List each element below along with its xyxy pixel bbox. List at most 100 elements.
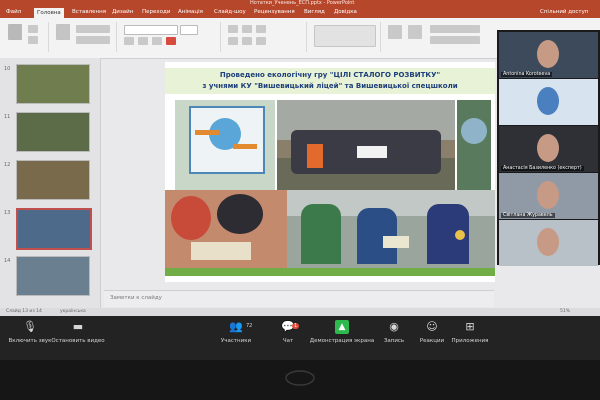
slide-title-line2: з учнями КУ "Вишевицький ліцей" та Вишев… bbox=[202, 82, 458, 90]
font-color-icon[interactable] bbox=[166, 37, 176, 45]
paragraph-group bbox=[224, 22, 307, 52]
students-photo bbox=[287, 190, 495, 268]
hp-logo-icon bbox=[285, 370, 315, 386]
booklet bbox=[191, 242, 251, 260]
poster-label bbox=[233, 144, 257, 149]
participant-video-tile[interactable]: Світлана Журавель bbox=[499, 173, 598, 219]
slide-number: 10 bbox=[4, 66, 11, 72]
participants-icon: 👥 bbox=[229, 320, 243, 333]
tab-slideshow[interactable]: Слайд-шоу bbox=[214, 9, 246, 15]
align-right-icon[interactable] bbox=[256, 37, 266, 45]
group-photo bbox=[277, 100, 455, 190]
slide-thumbnail[interactable] bbox=[16, 256, 90, 296]
monitor-bezel bbox=[0, 360, 600, 400]
participant-face bbox=[537, 40, 559, 68]
booklet bbox=[383, 236, 409, 248]
indent-icon[interactable] bbox=[256, 25, 266, 33]
font-size-select[interactable] bbox=[180, 25, 198, 35]
slide-number: 12 bbox=[4, 162, 11, 168]
slide-counter: Слайд 13 из 14 bbox=[6, 309, 42, 314]
copy-icon[interactable] bbox=[28, 36, 38, 44]
bold-icon[interactable] bbox=[124, 37, 134, 45]
tab-file[interactable]: Файл bbox=[6, 9, 21, 15]
participant-video-tile[interactable]: Antonina Koroteeva bbox=[499, 32, 598, 78]
chat-badge: 1 bbox=[292, 323, 300, 329]
quick-styles-icon[interactable] bbox=[408, 25, 422, 39]
slide-thumbnail[interactable] bbox=[16, 160, 90, 200]
language-indicator: українська bbox=[60, 309, 86, 314]
apps-icon: ⊞ bbox=[465, 320, 475, 333]
new-slide-icon[interactable] bbox=[56, 24, 70, 40]
participant-video-tile[interactable] bbox=[499, 79, 598, 125]
paste-icon[interactable] bbox=[8, 24, 22, 40]
notes-pane[interactable]: Заметки к слайду bbox=[104, 290, 494, 307]
tab-insert[interactable]: Вставлення bbox=[72, 9, 106, 15]
participant-name: Світлана Журавель bbox=[501, 213, 555, 218]
participant-video-tile[interactable]: Анастасія Базиленко (експерт) bbox=[499, 126, 598, 172]
clipboard-group bbox=[4, 22, 49, 52]
stop-video-button[interactable]: ▬ Остановить видео bbox=[48, 320, 108, 344]
participant-face bbox=[537, 134, 559, 162]
kids-reading-photo bbox=[165, 190, 287, 268]
reset-icon[interactable] bbox=[76, 36, 110, 44]
screen: Нотатки_Ученень_ЕСП.pptx - PowerPoint Фа… bbox=[0, 0, 600, 360]
participants-label: Участники bbox=[220, 338, 252, 344]
share-screen-icon: ▲ bbox=[335, 320, 349, 334]
bullets-icon[interactable] bbox=[228, 25, 238, 33]
person-orange bbox=[307, 144, 323, 168]
child-red bbox=[171, 196, 211, 240]
record-icon: ◉ bbox=[389, 320, 399, 333]
slide-title-line1: Проведено екологічну гру "ЦІЛІ СТАЛОГО Р… bbox=[219, 71, 441, 79]
slide-canvas[interactable]: Проведено екологічну гру "ЦІЛІ СТАЛОГО Р… bbox=[165, 62, 495, 282]
student-green bbox=[301, 204, 341, 264]
share-button[interactable]: Спільний доступ bbox=[540, 9, 588, 15]
slide-thumbnails: 10 11 12 13 14 bbox=[0, 58, 101, 308]
tab-view[interactable]: Вигляд bbox=[304, 9, 325, 15]
apps-button[interactable]: ⊞ Приложения bbox=[440, 320, 500, 344]
layout-icon[interactable] bbox=[76, 25, 110, 33]
font-name-select[interactable] bbox=[124, 25, 178, 35]
shape-fill-icon[interactable] bbox=[430, 25, 480, 33]
slide-thumbnail[interactable] bbox=[16, 208, 92, 250]
tab-animation[interactable]: Анімація bbox=[178, 9, 203, 15]
participant-face bbox=[537, 228, 559, 256]
participant-name: Antonina Koroteeva bbox=[501, 72, 553, 77]
slide-footer-bar bbox=[165, 268, 495, 276]
shape-outline-icon[interactable] bbox=[430, 36, 480, 44]
slide-thumbnail[interactable] bbox=[16, 112, 90, 152]
align-left-icon[interactable] bbox=[228, 37, 238, 45]
participant-video-tile[interactable] bbox=[499, 220, 598, 266]
participants-video-panel: Antonina Koroteeva Анастасія Базиленко (е… bbox=[497, 30, 600, 266]
tab-transitions[interactable]: Переходи bbox=[142, 9, 170, 15]
apps-label: Приложения bbox=[451, 338, 489, 344]
child-black bbox=[217, 194, 263, 234]
notes-placeholder: Заметки к слайду bbox=[110, 295, 162, 301]
tab-home[interactable]: Головна bbox=[34, 8, 64, 18]
poster-label bbox=[195, 130, 219, 135]
drawing-group bbox=[310, 22, 381, 52]
tab-review[interactable]: Рецензування bbox=[254, 9, 295, 15]
participants-count: 72 bbox=[246, 323, 253, 329]
microphone-muted-icon: 🎙 bbox=[23, 320, 37, 333]
sign-board bbox=[357, 146, 387, 158]
slide-thumbnail[interactable] bbox=[16, 64, 90, 104]
numbering-icon[interactable] bbox=[242, 25, 252, 33]
status-bar: Слайд 13 из 14 українська 51% bbox=[0, 308, 600, 316]
tab-help[interactable]: Довідка bbox=[334, 9, 357, 15]
italic-icon[interactable] bbox=[138, 37, 148, 45]
zoom-level[interactable]: 51% bbox=[560, 309, 570, 314]
cap-person bbox=[461, 118, 487, 144]
participants-button[interactable]: 👥 72 Участники bbox=[206, 320, 266, 344]
poster-photo bbox=[175, 100, 275, 190]
window-title: Нотатки_Ученень_ЕСП.pptx - PowerPoint bbox=[250, 0, 355, 6]
camera-icon: ▬ bbox=[72, 320, 84, 333]
arrange-icon[interactable] bbox=[388, 25, 402, 39]
font-group bbox=[120, 22, 221, 52]
side-photo bbox=[457, 100, 491, 190]
slide-number: 13 bbox=[4, 210, 11, 216]
tab-design[interactable]: Дизайн bbox=[112, 9, 133, 15]
align-center-icon[interactable] bbox=[242, 37, 252, 45]
shapes-gallery[interactable] bbox=[314, 25, 376, 47]
underline-icon[interactable] bbox=[152, 37, 162, 45]
cut-icon[interactable] bbox=[28, 25, 38, 33]
